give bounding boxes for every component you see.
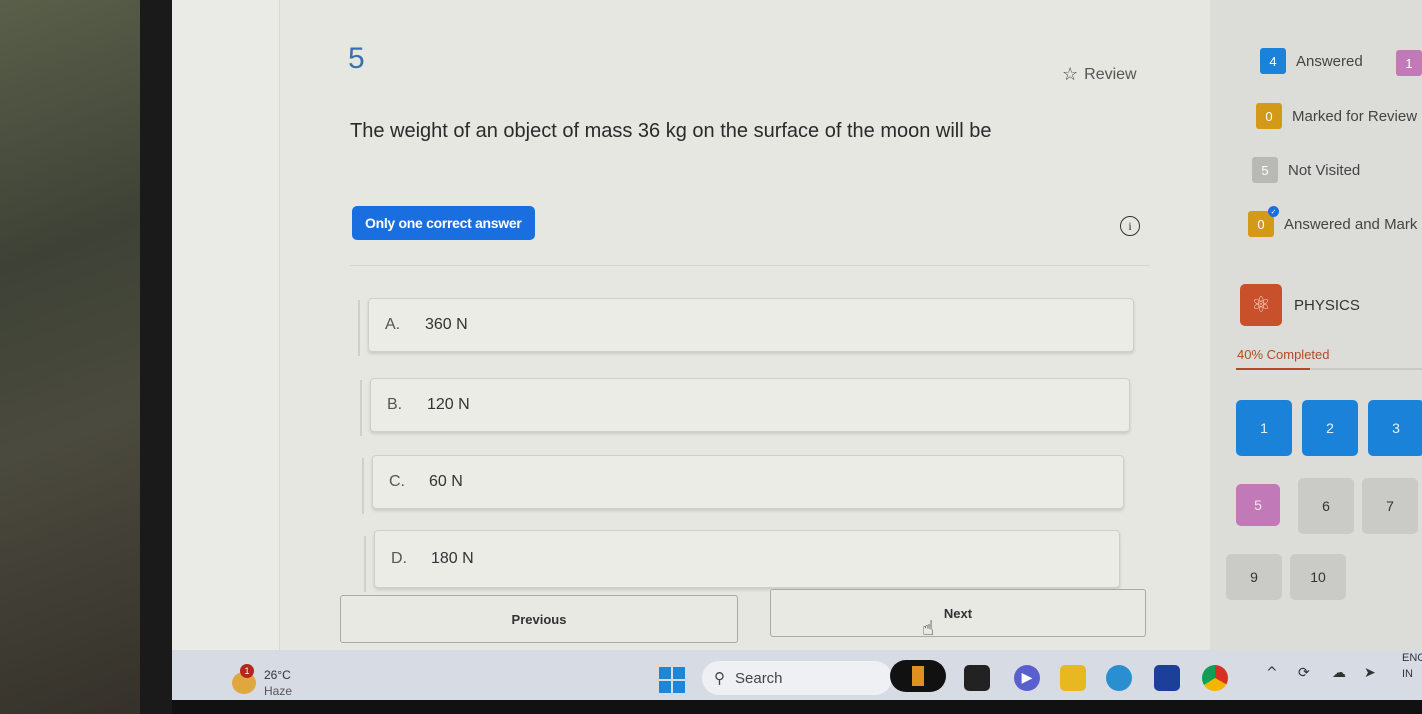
weather-desc: Haze bbox=[264, 684, 293, 698]
palette-question-10[interactable]: 10 bbox=[1290, 554, 1346, 600]
meet-icon[interactable]: ▶ bbox=[1014, 665, 1040, 691]
not-visited-count: 5 bbox=[1252, 157, 1278, 183]
star-icon: ☆ bbox=[1062, 64, 1079, 84]
language-indicator[interactable]: ENG IN bbox=[1402, 650, 1422, 682]
cloud-icon[interactable]: ☁ bbox=[1332, 665, 1346, 681]
hand-cursor-icon: ☝ bbox=[922, 616, 935, 640]
not-answered-count: 1 bbox=[1396, 50, 1422, 76]
question-type-badge: Only one correct answer bbox=[352, 206, 535, 240]
sync-icon[interactable]: ⟳ bbox=[1298, 665, 1310, 681]
option-bar bbox=[358, 300, 360, 356]
progress-label: 40% Completed bbox=[1237, 347, 1330, 362]
option-letter: C. bbox=[389, 473, 405, 490]
store-icon[interactable] bbox=[1154, 665, 1180, 691]
status-panel: 4 Answered 1 0 Marked for Review 5 Not V… bbox=[1210, 0, 1422, 650]
file-explorer-icon[interactable] bbox=[1060, 665, 1086, 691]
chevron-up-icon[interactable]: ^ bbox=[1266, 665, 1278, 681]
option-bar bbox=[360, 380, 362, 436]
answered-marked-count: 0 ✓ bbox=[1248, 206, 1279, 237]
palette-question-3[interactable]: 3 bbox=[1368, 400, 1422, 456]
legend-label: Answered and Mark bbox=[1284, 215, 1418, 233]
progress-fill bbox=[1236, 368, 1311, 370]
weather-widget[interactable]: 1 26°C Haze bbox=[232, 664, 292, 699]
review-button[interactable]: ☆ Review bbox=[1062, 64, 1137, 85]
legend-label: Answered bbox=[1296, 52, 1363, 70]
palette-question-5[interactable]: 5 bbox=[1236, 484, 1280, 526]
question-text: The weight of an object of mass 36 kg on… bbox=[350, 120, 992, 142]
taskbar-app-pill[interactable] bbox=[890, 660, 946, 692]
legend-label: Not Visited bbox=[1288, 161, 1361, 179]
progress-bar bbox=[1236, 368, 1422, 370]
marked-count: 0 bbox=[1256, 103, 1282, 129]
option-bar bbox=[362, 458, 364, 514]
lang-top: ENG bbox=[1402, 652, 1422, 664]
weather-icon: 1 bbox=[232, 664, 256, 694]
info-circle-icon[interactable]: i bbox=[1120, 216, 1140, 236]
subject-header[interactable]: ⚛ PHYSICS bbox=[1240, 284, 1360, 326]
next-button[interactable]: Next bbox=[770, 589, 1146, 637]
search-label: Search bbox=[735, 669, 783, 687]
chrome-icon[interactable] bbox=[1202, 665, 1228, 691]
option-text: 180 N bbox=[431, 550, 474, 567]
windows-start-icon[interactable] bbox=[659, 667, 685, 693]
legend-answered-marked: 0 ✓ Answered and Mark bbox=[1248, 206, 1418, 237]
option-bar bbox=[364, 536, 366, 592]
answered-count: 4 bbox=[1260, 48, 1286, 74]
question-area: 5 ☆ Review The weight of an object of ma… bbox=[280, 0, 1210, 650]
option-text: 60 N bbox=[429, 473, 463, 490]
legend-not-visited: 5 Not Visited bbox=[1252, 157, 1360, 183]
divider bbox=[350, 265, 1150, 266]
option-letter: B. bbox=[387, 396, 403, 413]
notification-badge: 1 bbox=[240, 664, 254, 678]
option-c[interactable]: C. 60 N bbox=[372, 455, 1124, 509]
search-icon: ⚲ bbox=[714, 670, 725, 687]
location-icon[interactable]: ➤ bbox=[1364, 665, 1376, 681]
option-letter: D. bbox=[391, 550, 407, 567]
palette-question-9[interactable]: 9 bbox=[1226, 554, 1282, 600]
atom-icon: ⚛ bbox=[1240, 284, 1282, 326]
previous-button[interactable]: Previous bbox=[340, 595, 738, 643]
background-desk bbox=[0, 0, 150, 714]
count-text: 0 bbox=[1257, 216, 1265, 232]
weather-text: 26°C Haze bbox=[264, 667, 292, 699]
review-label: Review bbox=[1084, 65, 1137, 83]
check-icon: ✓ bbox=[1268, 206, 1279, 217]
option-text: 120 N bbox=[427, 396, 470, 413]
bezel-bottom bbox=[172, 700, 1422, 714]
palette-question-6[interactable]: 6 bbox=[1298, 478, 1354, 534]
legend-label: Marked for Review bbox=[1292, 107, 1418, 125]
option-text: 360 N bbox=[425, 316, 468, 333]
option-a[interactable]: A. 360 N bbox=[368, 298, 1134, 352]
option-letter: A. bbox=[385, 316, 401, 333]
task-view-icon[interactable] bbox=[964, 665, 990, 691]
palette-question-7[interactable]: 7 bbox=[1362, 478, 1418, 534]
edge-icon[interactable] bbox=[1106, 665, 1132, 691]
lang-bottom: IN bbox=[1402, 668, 1413, 680]
taskbar-search[interactable]: ⚲ Search bbox=[702, 661, 892, 695]
screen: 5 ☆ Review The weight of an object of ma… bbox=[172, 0, 1422, 714]
weather-temp: 26°C bbox=[264, 668, 291, 682]
option-d[interactable]: D. 180 N bbox=[374, 530, 1120, 588]
palette-question-2[interactable]: 2 bbox=[1302, 400, 1358, 456]
legend-answered: 4 Answered bbox=[1260, 48, 1363, 74]
question-number: 5 bbox=[348, 42, 365, 75]
palette-question-1[interactable]: 1 bbox=[1236, 400, 1292, 456]
legend-marked: 0 Marked for Review bbox=[1256, 103, 1417, 129]
subject-name: PHYSICS bbox=[1294, 296, 1360, 314]
left-gutter bbox=[172, 0, 280, 650]
option-b[interactable]: B. 120 N bbox=[370, 378, 1130, 432]
